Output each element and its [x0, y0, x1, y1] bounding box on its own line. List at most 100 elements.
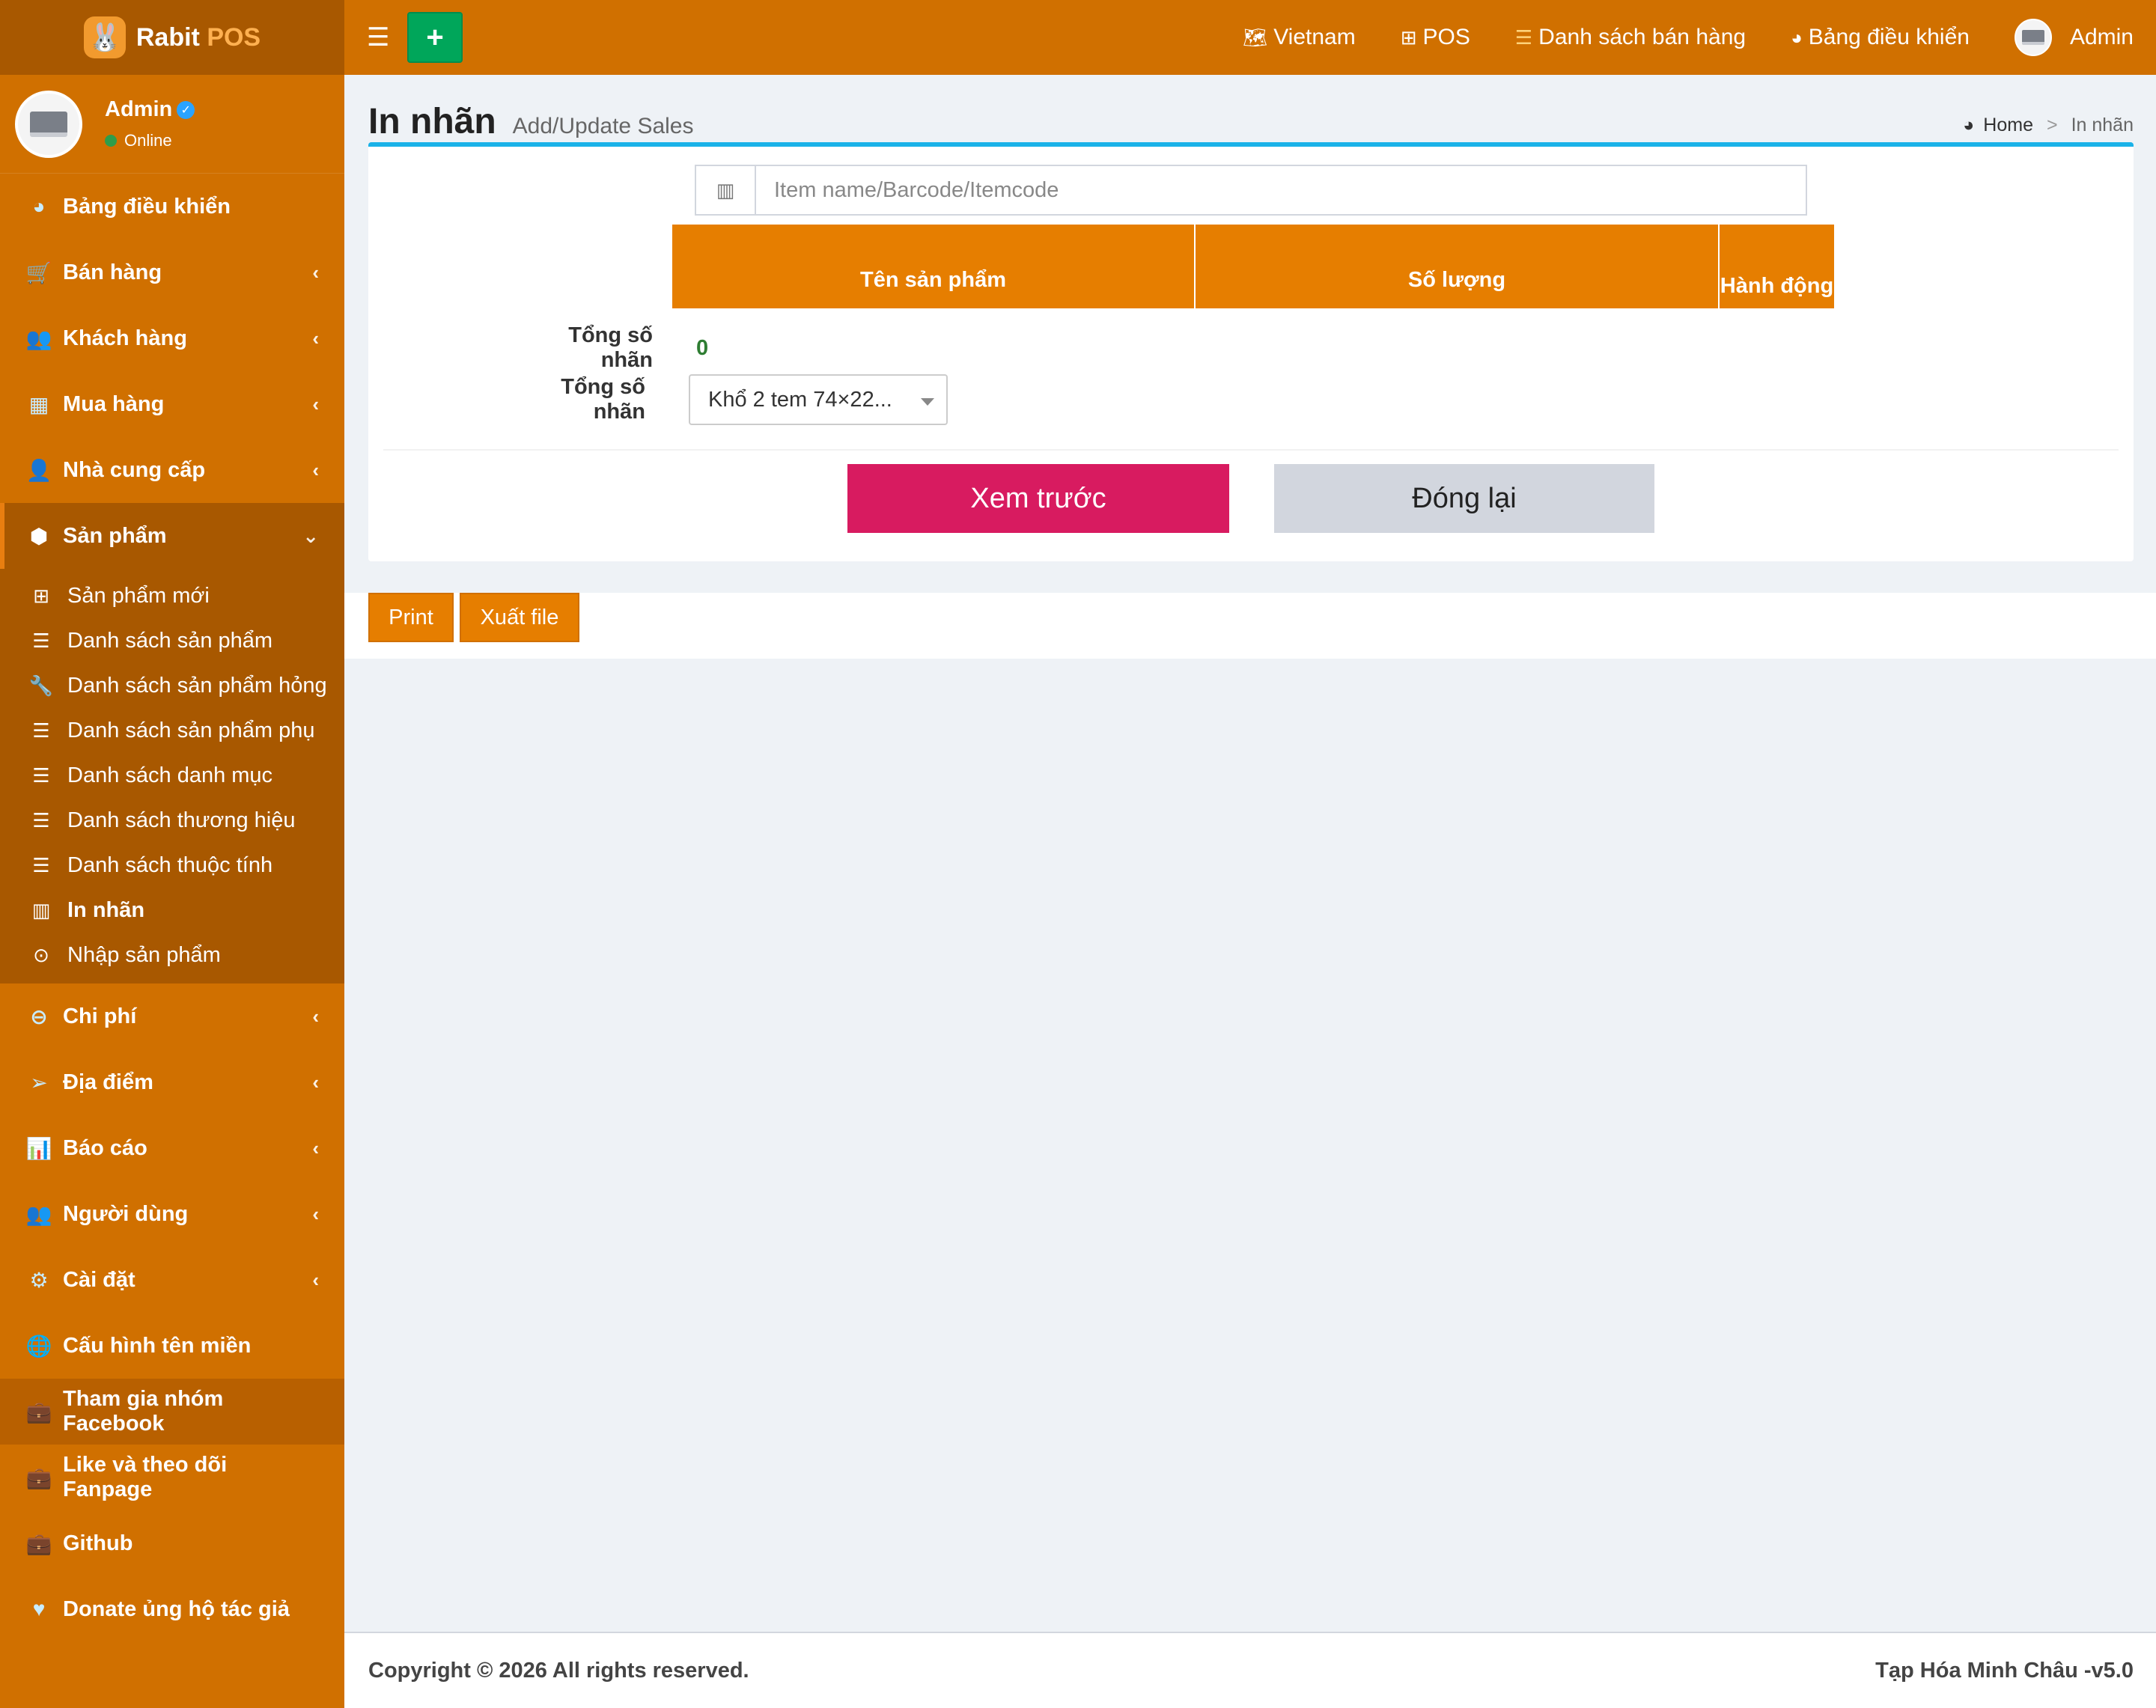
sales-list-link[interactable]: ☰ Danh sách bán hàng: [1515, 25, 1746, 50]
breadcrumb-home[interactable]: ◕ Home: [1963, 115, 2033, 136]
list-icon: ☰: [32, 853, 50, 876]
brand-name-part2: POS: [207, 22, 261, 52]
sidebar-subitem-categories[interactable]: ☰ Danh sách danh mục: [0, 753, 344, 798]
dashboard-icon: ◕: [1963, 115, 1975, 135]
products-submenu: ⊞ Sản phẩm mới ☰ Danh sách sản phẩm 🔧 Da…: [0, 569, 344, 983]
top-nav: 🗺 Vietnam ⊞ POS ☰ Danh sách bán hàng ◕ B…: [1243, 19, 2134, 56]
arrow-circle-icon: ⊙: [33, 943, 49, 966]
user-panel: Admin ✓ Online: [0, 75, 344, 174]
list-icon: ☰: [32, 629, 50, 652]
pos-link[interactable]: ⊞ POS: [1401, 25, 1470, 50]
language-label: Vietnam: [1273, 25, 1356, 49]
plus-icon: +: [426, 20, 444, 54]
label-size-label: Tổng số nhãn: [561, 375, 645, 424]
sidebar-item-domain-config[interactable]: 🌐 Cấu hình tên miền: [0, 1313, 344, 1379]
label-size-select[interactable]: Khổ 2 tem 74×22...: [689, 374, 948, 425]
verified-icon: ✓: [177, 100, 195, 119]
dashboard-icon: ◕: [1791, 25, 1803, 49]
add-button[interactable]: +: [407, 12, 463, 63]
sidebar-subitem-damaged-products[interactable]: 🔧 Danh sách sản phẩm hỏng: [0, 663, 344, 708]
briefcase-icon: 💼: [25, 1465, 52, 1489]
sidebar-subitem-import-products[interactable]: ⊙ Nhập sản phẩm: [0, 933, 344, 977]
sidebar-item-label: Khách hàng: [63, 326, 187, 350]
breadcrumb-home-label: Home: [1983, 115, 2033, 135]
sidebar-item-sales[interactable]: 🛒 Bán hàng ‹: [0, 240, 344, 305]
dashboard-icon: ◕: [32, 195, 46, 218]
sidebar-subitem-print-labels[interactable]: ▥ In nhãn: [0, 888, 344, 933]
cubes-icon: ⬢: [29, 524, 49, 548]
logo[interactable]: 🐰 Rabit POS: [0, 0, 344, 75]
item-search-input[interactable]: [756, 166, 1806, 214]
briefcase-icon: 💼: [25, 1531, 52, 1555]
sidebar-item-users[interactable]: 👥 Người dùng ‹: [0, 1181, 344, 1247]
sidebar-item-github[interactable]: 💼 Github: [0, 1510, 344, 1576]
chevron-left-icon: ‹: [312, 1004, 319, 1028]
sidebar-subitem-sub-products[interactable]: ☰ Danh sách sản phẩm phụ: [0, 708, 344, 753]
sidebar-item-products[interactable]: ⬢ Sản phẩm ⌄: [0, 503, 344, 569]
sidebar-item-donate[interactable]: ♥ Donate ủng hộ tác giả: [0, 1576, 344, 1642]
sidebar-subitem-label: Danh sách thuộc tính: [67, 853, 273, 877]
preview-button[interactable]: Xem trước: [847, 464, 1229, 533]
sidebar-item-settings[interactable]: ⚙ Cài đặt ‹: [0, 1247, 344, 1313]
sidebar-subitem-product-list[interactable]: ☰ Danh sách sản phẩm: [0, 618, 344, 663]
rabbit-icon: 🐰: [83, 16, 126, 58]
close-button[interactable]: Đóng lại: [1274, 464, 1654, 533]
list-icon: ☰: [1514, 25, 1533, 49]
language-link[interactable]: 🗺 Vietnam: [1243, 25, 1356, 50]
barcode-icon: ▥: [31, 898, 51, 921]
sidebar-subitem-label: Danh sách sản phẩm phụ: [67, 718, 315, 742]
total-labels-value: 0: [696, 335, 709, 360]
globe-icon: 🌐: [25, 1334, 52, 1358]
sidebar-item-dashboard[interactable]: ◕ Bảng điều khiển: [0, 174, 344, 240]
sidebar-item-label: Nhà cung cấp: [63, 457, 206, 482]
sidebar-item-customers[interactable]: 👥 Khách hàng ‹: [0, 305, 344, 371]
chevron-left-icon: ‹: [312, 458, 319, 481]
plus-square-icon: ⊞: [33, 584, 49, 607]
sidebar-subitem-label: Danh sách thương hiệu: [67, 808, 296, 832]
avatar: [2014, 19, 2052, 56]
sidebar-item-label: Mua hàng: [63, 391, 165, 416]
sidebar-item-label: Cài đặt: [63, 1267, 135, 1292]
barcode-icon: ▥: [696, 166, 756, 214]
list-icon: ☰: [32, 719, 50, 742]
sidebar-item-purchases[interactable]: ▦ Mua hàng ‹: [0, 371, 344, 437]
online-dot-icon: [105, 135, 117, 147]
sidebar-item-facebook-group[interactable]: 💼 Tham gia nhóm Facebook: [0, 1379, 344, 1445]
chevron-left-icon: ‹: [312, 326, 319, 350]
user-menu[interactable]: Admin: [2014, 19, 2134, 56]
footer-copyright: Copyright © 2026 All rights reserved.: [368, 1658, 749, 1683]
sidebar-subitem-new-product[interactable]: ⊞ Sản phẩm mới: [0, 573, 344, 618]
sidebar-item-label: Địa điểm: [63, 1070, 153, 1094]
sidebar-subitem-brands[interactable]: ☰ Danh sách thương hiệu: [0, 798, 344, 843]
print-button[interactable]: Print: [368, 593, 454, 642]
chevron-left-icon: ‹: [312, 260, 319, 284]
chevron-left-icon: ‹: [312, 392, 319, 415]
sidebar-item-label: Donate ủng hộ tác giả: [63, 1596, 290, 1621]
cart-icon: 🛒: [25, 260, 52, 284]
sidebar-item-reports[interactable]: 📊 Báo cáo ‹: [0, 1115, 344, 1181]
sidebar-item-locations[interactable]: ➢ Địa điểm ‹: [0, 1049, 344, 1115]
total-labels-row: Tổng số nhãn 0: [511, 323, 708, 373]
sidebar-item-expenses[interactable]: ⊖ Chi phí ‹: [0, 983, 344, 1049]
column-header-action: Hành động: [1719, 225, 1834, 308]
sidebar-item-suppliers[interactable]: 👤 Nhà cung cấp ‹: [0, 437, 344, 503]
sidebar-menu: ◕ Bảng điều khiển 🛒 Bán hàng ‹ 👥 Khách h…: [0, 174, 344, 1642]
footer-version: Tạp Hóa Minh Châu -v5.0: [1875, 1658, 2134, 1683]
dashboard-link[interactable]: ◕ Bảng điều khiển: [1791, 25, 1970, 50]
search-group: ▥: [695, 165, 1807, 216]
footer: Copyright © 2026 All rights reserved. Tạ…: [344, 1632, 2156, 1708]
column-header-product-name: Tên sản phẩm: [672, 225, 1196, 308]
paper-plane-icon: ➢: [30, 1070, 48, 1094]
plus-square-icon: ⊞: [1400, 25, 1417, 49]
export-file-button[interactable]: Xuất file: [460, 593, 579, 642]
chevron-left-icon: ‹: [312, 1070, 319, 1094]
label-size-row: Tổng số nhãn Khổ 2 tem 74×22...: [503, 374, 948, 425]
page-title: In nhãn: [368, 102, 496, 141]
hamburger-icon[interactable]: ☰: [367, 22, 397, 52]
sidebar-item-fanpage[interactable]: 💼 Like và theo dõi Fanpage: [0, 1445, 344, 1510]
list-icon: ☰: [32, 763, 50, 787]
chevron-left-icon: ‹: [312, 1202, 319, 1225]
grid-icon: ▦: [28, 392, 49, 416]
sidebar-subitem-attributes[interactable]: ☰ Danh sách thuộc tính: [0, 843, 344, 888]
sidebar-item-label: Báo cáo: [63, 1135, 147, 1160]
